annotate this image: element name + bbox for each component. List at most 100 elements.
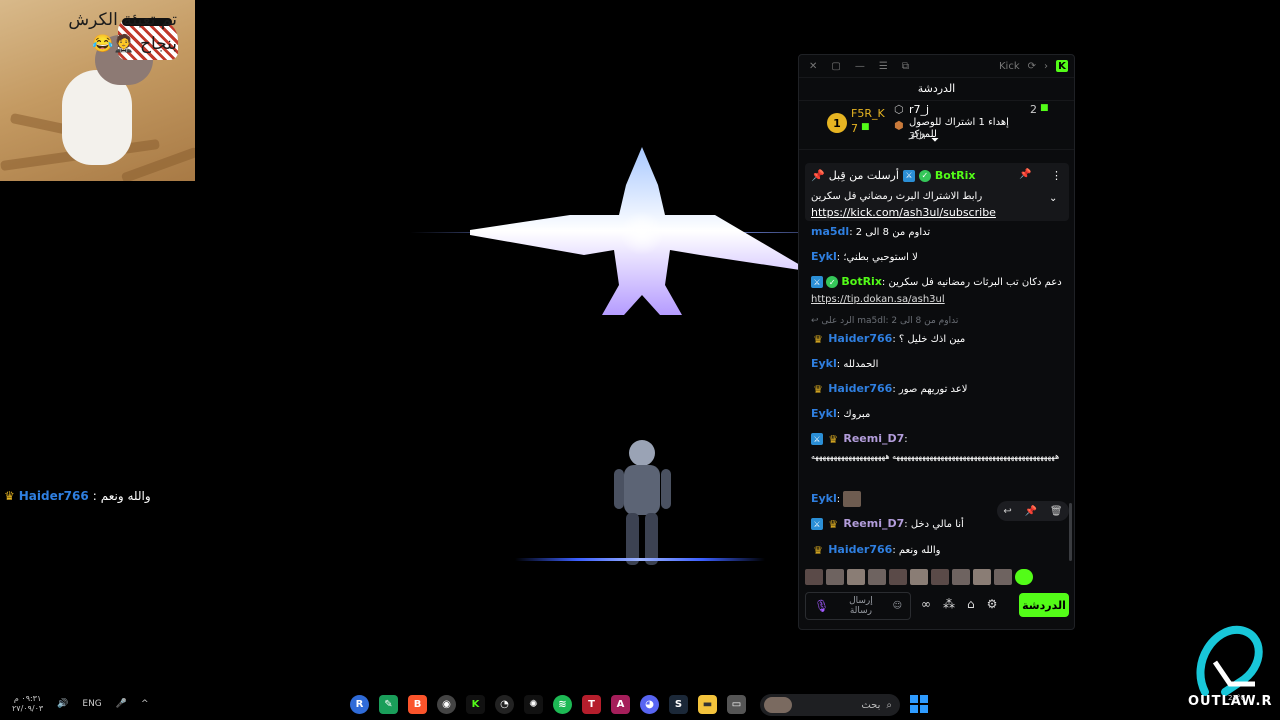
- username[interactable]: Haider766: [828, 332, 892, 345]
- message-link[interactable]: https://tip.dokan.sa/ash3ul: [811, 294, 945, 305]
- chat-message: Eykl: لا استوحبي بطني؛: [811, 250, 918, 263]
- overlay-text: والله ونعم: [100, 489, 151, 503]
- close-icon[interactable]: ✕: [809, 61, 817, 72]
- chat-message-input[interactable]: 🎙 إرسال رسالة ☺: [805, 592, 911, 620]
- gift-leaderboard: 1 F5R_K 7 ■ ⬡ r7_j 2 ■ ⬢ إهداء 1 اشتراك …: [799, 101, 1074, 150]
- recent-emotes: [805, 569, 1069, 587]
- pinned-link[interactable]: https://kick.com/ash3ul/subscribe: [811, 205, 1047, 221]
- gear-icon[interactable]: ⚙: [987, 597, 998, 611]
- unpin-icon[interactable]: 📌: [1019, 169, 1031, 180]
- app-red-icon[interactable]: T: [582, 695, 601, 714]
- floor-glow: [515, 558, 765, 561]
- kick-logo-icon: K: [1056, 60, 1068, 72]
- pinned-username[interactable]: BotRix: [935, 169, 976, 182]
- emote-button[interactable]: [889, 569, 907, 585]
- volume-icon[interactable]: 🔊: [57, 699, 68, 709]
- windows-start-icon[interactable]: [910, 695, 928, 713]
- chat-message: ♛ Haider766: لاعد توريهم صور: [811, 380, 1063, 398]
- emote-button[interactable]: [910, 569, 928, 585]
- steelseries-icon[interactable]: ✺: [524, 695, 543, 714]
- app-gamepad-icon[interactable]: ◉: [437, 695, 456, 714]
- moderator-icon: ⚔: [811, 276, 823, 288]
- second-place: 3th: [909, 131, 926, 142]
- maximize-icon[interactable]: ▢: [831, 61, 840, 72]
- chat-send-button[interactable]: الدردشة: [1019, 593, 1069, 617]
- taskbar-search[interactable]: بحث ⌕: [760, 694, 900, 716]
- username[interactable]: Reemi_D7: [843, 517, 904, 530]
- username[interactable]: Eykl: [811, 407, 837, 420]
- emote-button[interactable]: [868, 569, 886, 585]
- trash-icon[interactable]: 🗑: [1050, 506, 1063, 517]
- message-hover-actions: ↩ 📌 🗑: [997, 501, 1069, 521]
- app-adobe-icon[interactable]: A: [611, 695, 630, 714]
- task-view-icon[interactable]: ▭: [727, 695, 746, 714]
- spotify-icon[interactable]: ≋: [553, 695, 572, 714]
- message-text: لاعد توريهم صور: [898, 384, 968, 395]
- overlay-separator: :: [92, 489, 97, 503]
- emote-button[interactable]: [952, 569, 970, 585]
- emote-button[interactable]: [994, 569, 1012, 585]
- steam-icon[interactable]: S: [669, 695, 688, 714]
- chevron-up-icon[interactable]: ^: [141, 699, 149, 709]
- reply-context[interactable]: الرد على ma5dl: تداوم من 8 الى 2: [821, 316, 958, 326]
- brave-browser-icon[interactable]: B: [408, 695, 427, 714]
- emote-button[interactable]: [805, 569, 823, 585]
- composer-placeholder: إرسال رسالة: [849, 596, 873, 616]
- search-icon: ⌕: [886, 699, 892, 711]
- chat-scrollbar[interactable]: [1069, 503, 1072, 561]
- menu-icon[interactable]: ☰: [879, 61, 888, 72]
- moderator-icon: ⚔: [811, 433, 823, 445]
- app-screenshot-icon[interactable]: ✎: [379, 695, 398, 714]
- reply-icon[interactable]: ↩: [1003, 506, 1011, 517]
- collapse-icon[interactable]: ⏷: [931, 135, 939, 146]
- infinity-icon[interactable]: ∞: [921, 597, 931, 611]
- microphone-icon[interactable]: 🎤: [116, 699, 127, 709]
- emote-button[interactable]: [931, 569, 949, 585]
- username[interactable]: Haider766: [828, 543, 892, 556]
- username[interactable]: ma5dl: [811, 225, 849, 238]
- refresh-icon[interactable]: ⟳: [1028, 61, 1036, 72]
- minimize-icon[interactable]: —: [855, 61, 865, 72]
- microphone-icon[interactable]: 🎙: [814, 599, 829, 613]
- hexagon-icon: ⬢: [894, 119, 904, 132]
- username[interactable]: Eykl: [811, 250, 837, 263]
- message-text: لا استوحبي بطني؛: [843, 252, 918, 263]
- reply-icon: ↩: [811, 316, 819, 326]
- forward-icon[interactable]: ›: [1044, 61, 1048, 72]
- username[interactable]: Haider766: [828, 382, 892, 395]
- gift-icon: ■: [1040, 103, 1049, 113]
- crown-icon: ♛: [4, 489, 15, 503]
- store-icon[interactable]: ⌂: [967, 597, 975, 611]
- speedtest-icon[interactable]: ◔: [495, 695, 514, 714]
- moderator-icon: ⚔: [902, 169, 915, 182]
- verified-icon: ✓: [918, 169, 931, 182]
- emote-button[interactable]: [826, 569, 844, 585]
- file-explorer-icon[interactable]: ▬: [698, 695, 717, 714]
- emote-button[interactable]: [847, 569, 865, 585]
- chat-message: ma5dl: تداوم من 8 الى 2: [811, 225, 931, 238]
- moderator-icon: ⚔: [811, 518, 823, 530]
- second-name: r7_j: [909, 103, 930, 116]
- username[interactable]: Eykl: [811, 492, 837, 505]
- message-text: والله ونعم: [898, 545, 941, 556]
- apps-icon[interactable]: ⁂: [943, 597, 955, 611]
- discord-icon[interactable]: ◕: [640, 695, 659, 714]
- kick-app-icon[interactable]: K: [466, 695, 485, 714]
- search-highlight-image: [764, 697, 792, 713]
- popout-icon[interactable]: ⧉: [902, 61, 909, 72]
- more-options-icon[interactable]: ⋮: [1051, 169, 1062, 182]
- message-text: الحمدلله: [843, 359, 879, 370]
- kick-label: Kick: [998, 60, 1020, 72]
- emote-button[interactable]: [973, 569, 991, 585]
- language-indicator[interactable]: ENG: [82, 699, 101, 709]
- crown-icon: ♛: [828, 432, 839, 446]
- chevron-down-icon[interactable]: ⌄: [1049, 193, 1057, 204]
- username[interactable]: Reemi_D7: [843, 432, 904, 445]
- pin-icon[interactable]: 📌: [1025, 506, 1037, 517]
- emoji-icon[interactable]: ☺: [893, 601, 902, 611]
- username[interactable]: BotRix: [841, 275, 882, 288]
- app-r-icon[interactable]: R: [350, 695, 369, 714]
- username[interactable]: Eykl: [811, 357, 837, 370]
- clock[interactable]: ٠٩:٣١ م ٢٧/٠٩/٠٣: [12, 694, 43, 714]
- emote-button[interactable]: [1015, 569, 1033, 585]
